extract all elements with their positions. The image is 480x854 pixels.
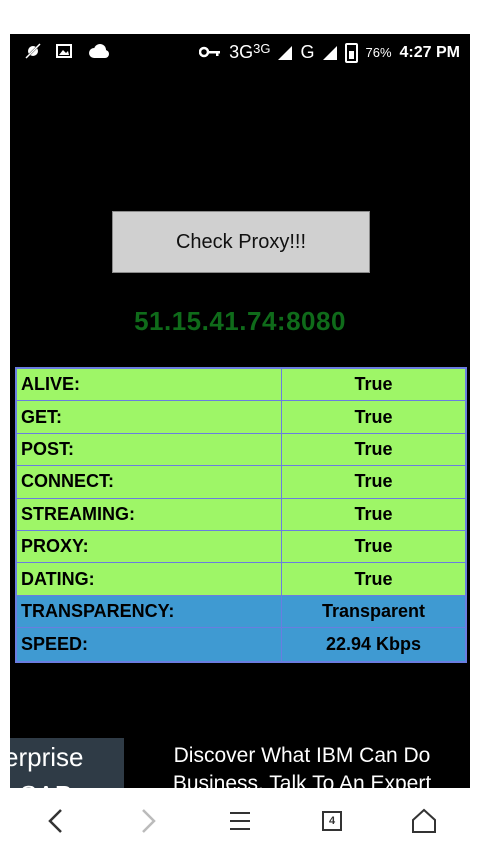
result-label: TRANSPARENCY: bbox=[17, 595, 282, 628]
network-type-3g: 3G bbox=[229, 42, 254, 62]
cloud-icon bbox=[86, 43, 110, 64]
result-value: True bbox=[354, 406, 393, 427]
ad-left-text: erprise bbox=[10, 742, 84, 772]
tabs-button[interactable]: 4 bbox=[312, 801, 352, 841]
result-value: Transparent bbox=[321, 600, 426, 621]
result-value: True bbox=[354, 503, 393, 524]
image-icon bbox=[56, 43, 72, 64]
browser-nav-bar: 4 bbox=[10, 788, 470, 854]
ad-image-panel[interactable]: erprise r SAP bbox=[10, 738, 124, 788]
network-type-sup: 3G bbox=[253, 41, 271, 56]
table-row: DATING: True bbox=[17, 563, 465, 596]
forward-button[interactable] bbox=[128, 801, 168, 841]
ad-text[interactable]: Discover What IBM Can Do Business. Talk … bbox=[132, 742, 470, 788]
result-value: True bbox=[354, 438, 393, 459]
result-label: SPEED: bbox=[17, 628, 282, 661]
proxy-address: 51.15.41.74:8080 bbox=[134, 306, 346, 336]
table-row: GET: True bbox=[17, 401, 465, 434]
chevron-right-icon bbox=[142, 809, 156, 833]
battery-icon bbox=[344, 42, 358, 63]
table-row: SPEED: 22.94 Kbps bbox=[17, 628, 465, 661]
result-label: DATING: bbox=[17, 563, 282, 595]
table-row: STREAMING: True bbox=[17, 498, 465, 531]
back-button[interactable] bbox=[36, 801, 76, 841]
results-table: ALIVE: True GET: True POST: True CONNECT… bbox=[15, 367, 467, 663]
check-proxy-button[interactable]: Check Proxy!!! bbox=[112, 211, 370, 273]
result-label: GET: bbox=[17, 401, 282, 433]
ad-left-text-2: r SAP bbox=[10, 780, 72, 788]
chevron-left-icon bbox=[48, 809, 62, 833]
menu-button[interactable] bbox=[220, 801, 260, 841]
home-button[interactable] bbox=[404, 801, 444, 841]
table-row: PROXY: True bbox=[17, 530, 465, 564]
result-value: True bbox=[354, 471, 393, 492]
ad-line-1: Discover What IBM Can Do bbox=[173, 744, 431, 767]
home-icon bbox=[412, 808, 436, 833]
table-row: ALIVE: True bbox=[17, 369, 465, 402]
result-value: True bbox=[354, 568, 393, 589]
clock: 4:27 PM bbox=[399, 43, 460, 61]
result-value: 22.94 Kbps bbox=[325, 633, 422, 654]
battery-percent: 76% bbox=[365, 45, 392, 60]
table-row: CONNECT: True bbox=[17, 466, 465, 499]
ad-banner[interactable]: erprise r SAP Discover What IBM Can Do B… bbox=[10, 738, 470, 788]
result-value: True bbox=[354, 374, 393, 395]
signal-icon-1 bbox=[278, 45, 293, 60]
signal-icon-2 bbox=[322, 45, 337, 60]
status-bar: 3G 3G G 76% 4:27 PM bbox=[10, 34, 470, 72]
ad-line-2: Business. Talk To An Expert bbox=[172, 772, 432, 788]
result-label: POST: bbox=[17, 433, 282, 466]
result-label: ALIVE: bbox=[17, 369, 282, 401]
menu-icon bbox=[230, 812, 250, 830]
result-label: CONNECT: bbox=[17, 466, 282, 498]
phone-screen: 3G 3G G 76% 4:27 PM Check Proxy!!! 51.15… bbox=[10, 34, 470, 854]
tabs-count: 4 bbox=[322, 811, 342, 831]
usb-debug-icon bbox=[24, 42, 42, 65]
network-type-g: G bbox=[300, 42, 315, 62]
key-icon bbox=[198, 42, 221, 63]
result-value: True bbox=[354, 536, 393, 557]
table-row: POST: True bbox=[17, 433, 465, 467]
table-row: TRANSPARENCY: Transparent bbox=[17, 595, 465, 629]
result-label: STREAMING: bbox=[17, 498, 282, 530]
result-label: PROXY: bbox=[17, 530, 282, 563]
